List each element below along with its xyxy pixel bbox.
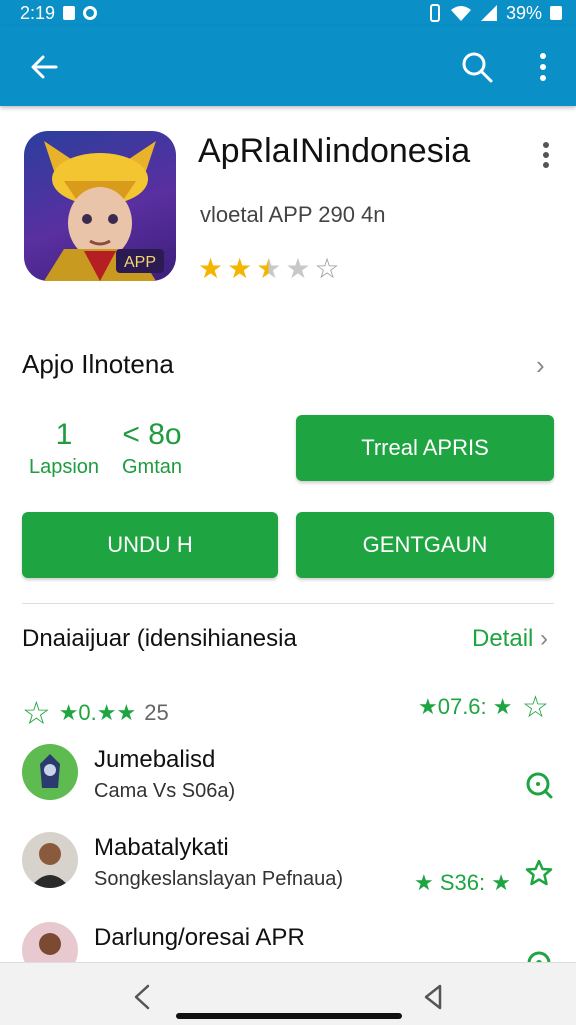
nav-home-handle[interactable] [176, 1013, 402, 1019]
more-vert-icon[interactable] [536, 140, 556, 170]
rating-summary: ☆ ★0.★★ 25 [22, 694, 169, 732]
signal-icon [480, 5, 497, 21]
review-text: Songkeslanslayan Pefnaua) [94, 868, 344, 890]
rating-count: 25 [144, 700, 169, 725]
wifi-icon [450, 6, 471, 21]
system-nav-bar [0, 962, 576, 1025]
stat-downloads: 1 Lapsion [24, 418, 104, 479]
detail-title: Dnaiaijuar (idensihianesia [22, 625, 297, 652]
app-icon-badge: APP [124, 254, 156, 271]
stat-label: Gmtan [121, 456, 183, 478]
status-bar: 2:19 39% [0, 0, 576, 26]
nav-back-icon[interactable] [130, 983, 154, 1011]
primary-button[interactable]: Trreal APRIS [296, 415, 554, 481]
search-circle-icon[interactable] [524, 770, 554, 800]
star-empty-icon: ★ [285, 253, 311, 284]
review-author: Darlung/oresai APR [94, 924, 305, 951]
avatar [22, 744, 78, 800]
review-item[interactable]: Jumebalisd Cama Vs S06a) [22, 744, 554, 804]
stat-label: Lapsion [28, 456, 100, 478]
nav-recent-icon[interactable] [420, 983, 446, 1011]
rating-summary-right: ★07.6: ★ [418, 694, 513, 719]
arrow-back-icon[interactable] [28, 50, 62, 84]
outline-star-icon[interactable]: ☆ [522, 690, 549, 725]
star-full-icon: ★ [198, 253, 224, 284]
app-rating: ★ ★ ★ ★ ☆ [198, 252, 340, 285]
app-icon: APP [24, 131, 176, 281]
stat-value: < 8o [122, 418, 182, 451]
search-icon[interactable] [460, 50, 494, 84]
review-item[interactable]: Mabatalykati Songkeslanslayan Pefnaua) ★… [22, 832, 554, 895]
star-half-icon: ★ [256, 253, 282, 284]
status-time: 2:19 [20, 2, 56, 23]
review-rating: ★ S36: ★ [414, 870, 511, 895]
outline-star-icon: ☆ [22, 695, 51, 731]
detail-link[interactable]: Detail › [472, 625, 548, 653]
vibrate-icon [429, 4, 440, 22]
app-bar [0, 26, 576, 106]
battery-level: 39% [505, 2, 542, 23]
secondary-button[interactable]: GENTGAUN [296, 512, 554, 578]
stat-size: < 8o Gmtan [112, 418, 192, 479]
divider [22, 603, 554, 604]
star-outline-icon: ☆ [314, 253, 340, 284]
chevron-right-icon[interactable]: › [536, 350, 545, 381]
chevron-right-icon: › [540, 625, 549, 652]
stat-value: 1 [55, 418, 73, 451]
more-vert-icon[interactable] [530, 50, 556, 84]
app-title: ApRlaINindonesia [198, 132, 471, 170]
battery-icon [550, 6, 562, 20]
review-text: Cama Vs S06a) [94, 780, 236, 802]
review-author: Jumebalisd [94, 746, 216, 773]
app-subtitle: vloetal APP 290 4n [200, 202, 386, 227]
notification-icon [63, 6, 76, 20]
download-button[interactable]: UNDU H [22, 512, 278, 578]
section-title: Apjo Ilnotena [22, 349, 174, 379]
review-author: Mabatalykati [94, 834, 229, 861]
star-full-icon: ★ [227, 253, 253, 284]
sync-icon [83, 6, 98, 20]
rating-summary-text: ★0.★★ [58, 700, 137, 725]
outline-star-icon[interactable] [524, 858, 554, 888]
avatar [22, 832, 78, 888]
detail-link-label: Detail [472, 625, 534, 652]
